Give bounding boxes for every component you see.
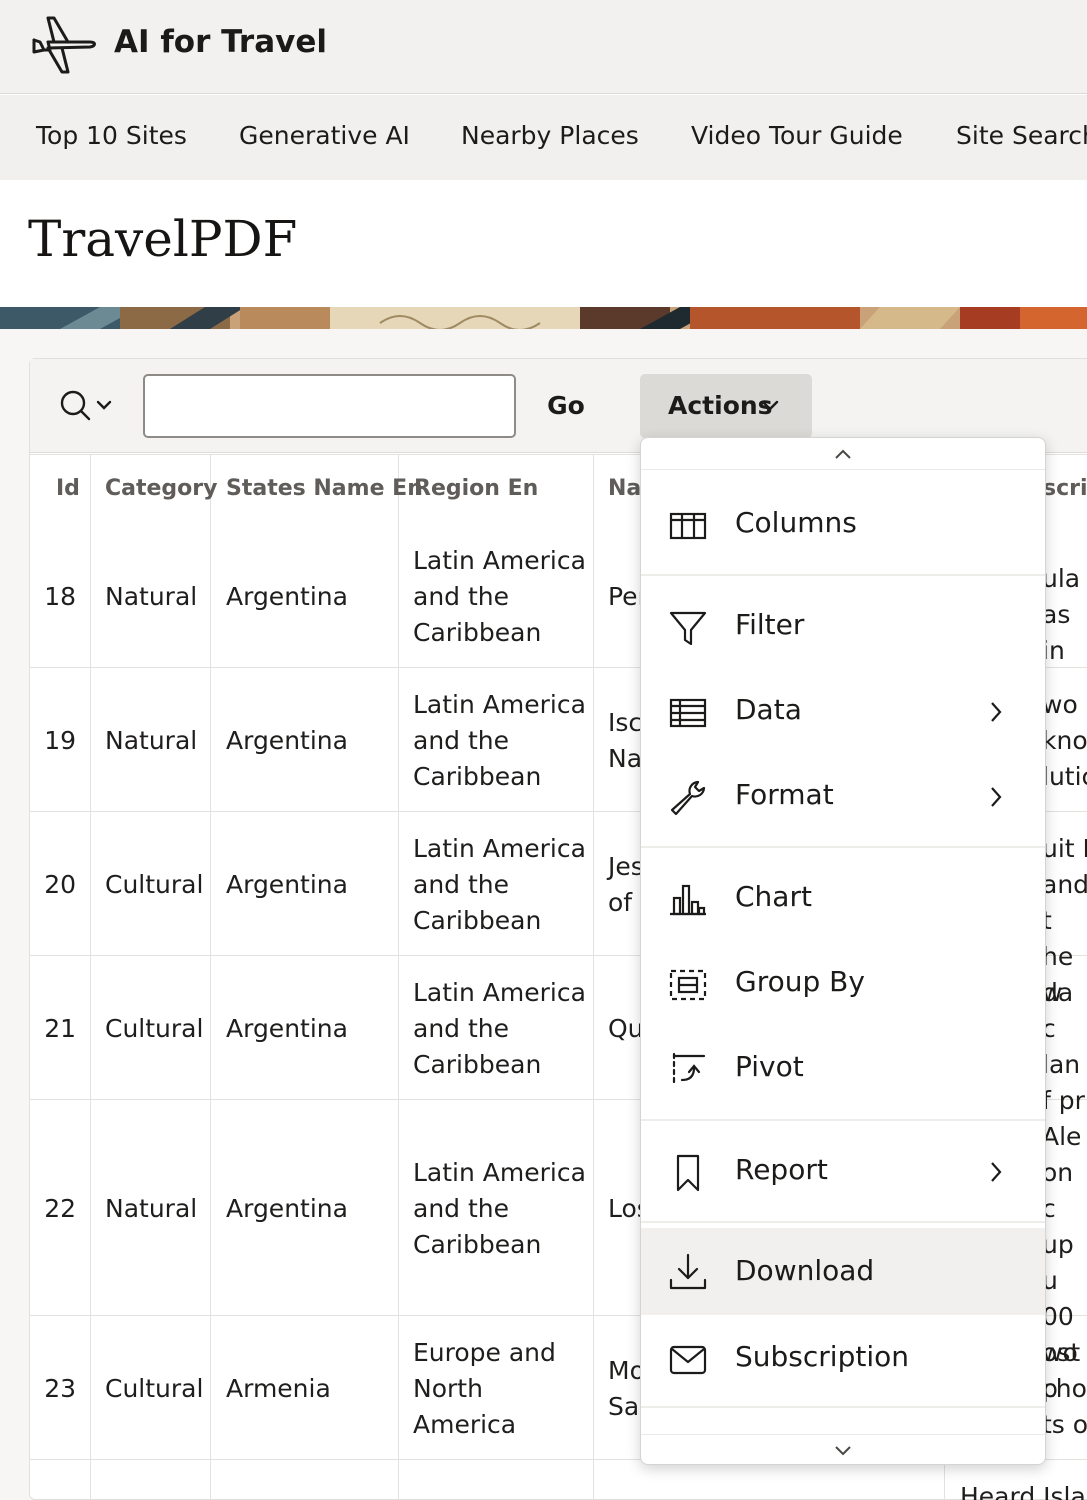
chevron-right-icon (991, 702, 1002, 722)
cell-id: 21 (44, 1014, 76, 1043)
cell-category: Cultural (105, 1014, 204, 1043)
menu-item-label: Data (735, 693, 802, 726)
menu-item-label: Group By (735, 965, 865, 998)
search-input[interactable] (143, 374, 516, 438)
nav-item-site-search[interactable]: Site Search (956, 121, 1087, 150)
bar-chart-icon (670, 884, 706, 916)
cell-id: 23 (44, 1374, 76, 1403)
cell-name: Qu (608, 1014, 644, 1043)
cell-description-partial: Heard Islan (960, 1482, 1087, 1500)
menu-scroll-up[interactable] (641, 438, 1045, 470)
menu-scroll-down[interactable] (641, 1434, 1045, 1464)
cell-category: Natural (105, 582, 198, 611)
cell-category: Cultural (105, 870, 204, 899)
wrench-icon (670, 780, 706, 816)
nav-item-video-tour-guide[interactable]: Video Tour Guide (691, 121, 903, 150)
chevron-down-icon (835, 1446, 851, 1456)
cell-state: Argentina (226, 1014, 348, 1043)
cell-id: 18 (44, 582, 76, 611)
cell-region: Latin America and the Caribbean (413, 978, 586, 1079)
data-table-icon (669, 698, 707, 728)
nav-item-nearby-places[interactable]: Nearby Places (461, 121, 639, 150)
chevron-right-icon (991, 787, 1002, 807)
cell-state: Argentina (226, 582, 348, 611)
menu-item-data[interactable]: Data (641, 673, 1045, 753)
menu-item-pivot[interactable]: Pivot (641, 1030, 1045, 1110)
cell-category: Natural (105, 1194, 198, 1223)
cell-region: Latin America and the Caribbean (413, 546, 586, 647)
chevron-down-icon (761, 400, 779, 411)
actions-button-label: Actions (668, 391, 773, 420)
menu-item-label: Chart (735, 880, 812, 913)
airplane-logo-icon[interactable] (30, 12, 98, 78)
cell-region: Latin America and the Caribbean (413, 834, 586, 935)
actions-menu: Columns Filter Data Format Chart Group B… (640, 437, 1046, 1465)
cell-description: da c lan f pr (1042, 978, 1085, 1115)
menu-item-group-by[interactable]: Group By (641, 945, 1045, 1025)
cell-id: 19 (44, 726, 76, 755)
cell-id: 22 (44, 1194, 76, 1223)
column-header-category[interactable]: Category (105, 476, 217, 501)
cell-description: wo l choo ts of (1042, 1338, 1087, 1439)
cell-state: Argentina (226, 726, 348, 755)
cell-category: Cultural (105, 1374, 204, 1403)
decorative-banner (0, 307, 1087, 329)
menu-item-format[interactable]: Format (641, 758, 1045, 838)
nav-item-generative-ai[interactable]: Generative AI (239, 121, 410, 150)
bookmark-icon (676, 1154, 700, 1192)
group-by-icon (669, 969, 707, 1001)
menu-item-label: Format (735, 778, 834, 811)
menu-item-label: Download (735, 1254, 875, 1287)
menu-item-label: Report (735, 1153, 828, 1186)
main-navigation: Top 10 Sites Generative AI Nearby Places… (0, 95, 1087, 180)
cell-state: Argentina (226, 1194, 348, 1223)
envelope-icon (669, 1345, 707, 1375)
cell-region: Europe and North America (413, 1338, 556, 1439)
cell-id: 20 (44, 870, 76, 899)
menu-item-download[interactable]: Download (641, 1228, 1045, 1315)
nav-item-top-10-sites[interactable]: Top 10 Sites (36, 121, 187, 150)
filter-icon (669, 611, 707, 646)
page-title: TravelPDF (28, 210, 298, 268)
chevron-down-icon (96, 400, 112, 410)
app-header: AI for Travel (0, 0, 1087, 94)
menu-item-report[interactable]: Report (641, 1133, 1045, 1213)
chevron-right-icon (991, 1162, 1002, 1182)
column-header-states-name-en[interactable]: States Name En (226, 476, 423, 501)
cell-region: Latin America and the Caribbean (413, 690, 586, 791)
download-icon (669, 1253, 707, 1290)
cell-region: Latin America and the Caribbean (413, 1158, 586, 1259)
column-header-id[interactable]: Id (56, 476, 80, 501)
menu-item-filter[interactable]: Filter (641, 588, 1045, 668)
chevron-up-icon (835, 449, 851, 459)
menu-item-subscription[interactable]: Subscription (641, 1320, 1045, 1400)
search-column-selector[interactable] (58, 388, 116, 424)
cell-state: Armenia (226, 1374, 331, 1403)
go-button[interactable]: Go (534, 386, 598, 426)
menu-item-label: Columns (735, 506, 857, 539)
cell-description: ula as in (1042, 564, 1081, 665)
search-icon (60, 390, 91, 421)
column-header-region-en[interactable]: Region En (414, 476, 538, 501)
app-title[interactable]: AI for Travel (114, 24, 327, 60)
menu-item-label: Filter (735, 608, 805, 641)
columns-icon (669, 512, 707, 540)
menu-item-label: Subscription (735, 1340, 909, 1373)
cell-state: Argentina (226, 870, 348, 899)
menu-item-columns[interactable]: Columns (641, 486, 1045, 566)
pivot-icon (672, 1052, 706, 1088)
menu-item-chart[interactable]: Chart (641, 860, 1045, 940)
actions-button[interactable]: Actions (640, 374, 812, 438)
cell-description: wo c know lutic (1042, 690, 1087, 791)
cell-category: Natural (105, 726, 198, 755)
menu-item-label: Pivot (735, 1050, 804, 1083)
column-header-description[interactable]: scrip (1043, 476, 1087, 501)
